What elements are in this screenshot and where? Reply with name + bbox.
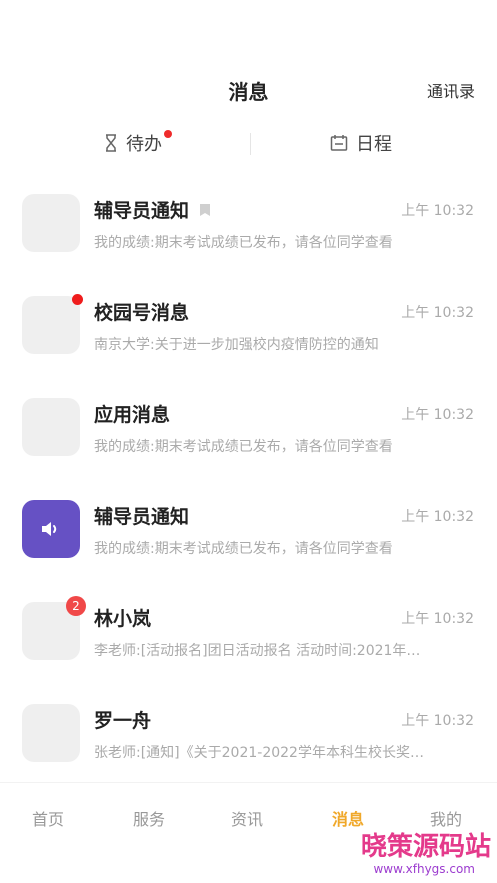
message-time: 上午 10:32 xyxy=(401,713,474,729)
nav-home[interactable]: 首页 xyxy=(32,806,64,830)
hourglass-icon xyxy=(106,134,116,152)
message-row[interactable]: 校园号消息 上午 10:32 南京大学:关于进一步加强校内疫情防控的通知 xyxy=(0,272,497,374)
message-row[interactable]: 2 林小岚 上午 10:32 李老师:[活动报名]团日活动报名 活动时间:202… xyxy=(0,578,497,680)
tab-schedule[interactable]: 日程 xyxy=(330,125,392,161)
nav-services[interactable]: 服务 xyxy=(133,806,165,830)
message-title: 应用消息 xyxy=(94,404,171,426)
nav-news[interactable]: 资讯 xyxy=(231,806,263,830)
page-title: 消息 xyxy=(228,80,269,104)
avatar xyxy=(22,294,83,354)
watermark: 晓策源码站 xyxy=(360,832,491,862)
unread-count-badge: 2 xyxy=(66,596,86,616)
message-time: 上午 10:32 xyxy=(401,203,474,219)
contacts-link[interactable]: 通讯录 xyxy=(427,78,475,102)
calendar-icon xyxy=(330,135,348,151)
tab-todo[interactable]: 待办 xyxy=(104,125,172,161)
speaker-icon xyxy=(42,522,57,536)
message-row[interactable]: 辅导员通知 上午 10:32 我的成绩:期末考试成绩已发布，请各位同学查看 xyxy=(0,170,497,272)
message-preview: 李老师:[活动报名]团日活动报名 活动时间:2021年… xyxy=(94,643,421,659)
message-preview: 南京大学:关于进一步加强校内疫情防控的通知 xyxy=(94,337,379,353)
tab-divider xyxy=(250,133,251,155)
message-list: 辅导员通知 上午 10:32 我的成绩:期末考试成绩已发布，请各位同学查看 校园… xyxy=(0,170,497,782)
avatar xyxy=(22,500,80,558)
bookmark-icon xyxy=(200,203,211,216)
bottom-divider xyxy=(0,782,497,783)
tab-todo-label: 待办 xyxy=(126,134,162,155)
message-title: 辅导员通知 xyxy=(94,506,190,528)
message-preview: 我的成绩:期末考试成绩已发布，请各位同学查看 xyxy=(94,541,393,557)
message-row[interactable]: 应用消息 上午 10:32 我的成绩:期末考试成绩已发布，请各位同学查看 xyxy=(0,374,497,476)
message-title: 林小岚 xyxy=(94,608,152,630)
message-time: 上午 10:32 xyxy=(401,509,474,525)
message-title-wrap: 辅导员通知 xyxy=(94,196,211,223)
message-time: 上午 10:32 xyxy=(401,611,474,627)
avatar xyxy=(22,194,80,252)
avatar: 2 xyxy=(22,596,86,660)
message-preview: 我的成绩:期末考试成绩已发布，请各位同学查看 xyxy=(94,235,393,251)
message-title: 校园号消息 xyxy=(94,302,190,324)
message-time: 上午 10:32 xyxy=(401,407,474,423)
nav-messages[interactable]: 消息 xyxy=(332,806,364,830)
message-time: 上午 10:32 xyxy=(401,305,474,321)
message-title: 辅导员通知 xyxy=(94,200,190,222)
avatar xyxy=(22,398,80,456)
message-preview: 张老师:[通知]《关于2021-2022学年本科生校长奖… xyxy=(94,745,424,761)
message-row[interactable]: 罗一舟 上午 10:32 张老师:[通知]《关于2021-2022学年本科生校长… xyxy=(0,680,497,782)
tab-todo-dot xyxy=(164,130,172,138)
message-row[interactable]: 辅导员通知 上午 10:32 我的成绩:期末考试成绩已发布，请各位同学查看 xyxy=(0,476,497,578)
message-preview: 我的成绩:期末考试成绩已发布，请各位同学查看 xyxy=(94,439,393,455)
unread-dot xyxy=(72,294,83,305)
tab-bar: 待办 日程 xyxy=(0,125,497,165)
watermark-url: www.xfhygs.com xyxy=(373,862,475,876)
tab-schedule-label: 日程 xyxy=(356,134,392,155)
message-title: 罗一舟 xyxy=(94,710,152,732)
avatar xyxy=(22,704,80,762)
header: 消息 通讯录 xyxy=(0,70,497,110)
